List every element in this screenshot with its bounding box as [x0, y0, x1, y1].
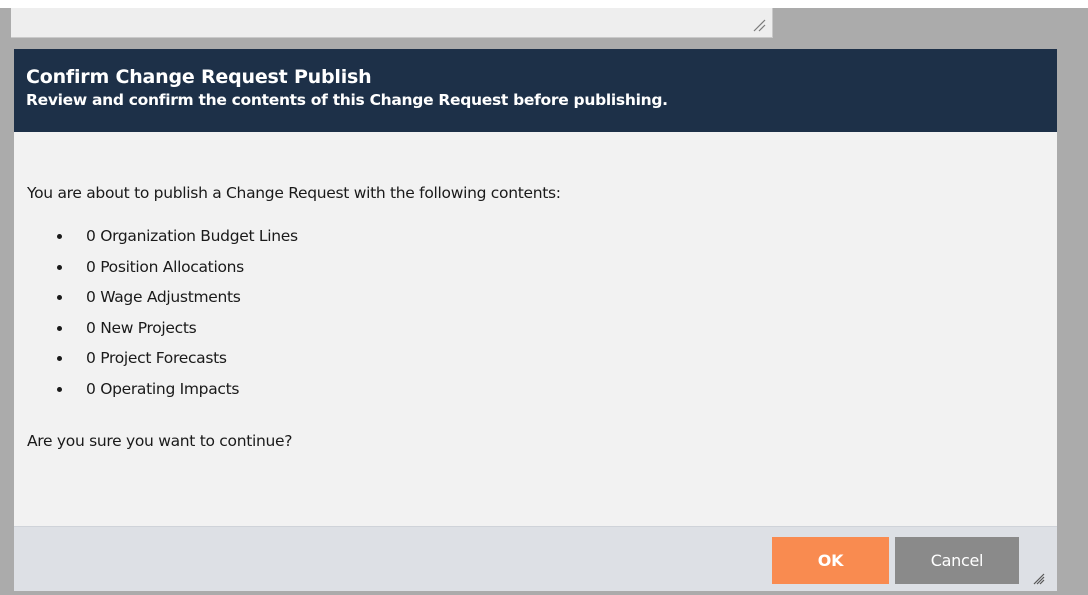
dialog-footer: OK Cancel: [14, 526, 1057, 591]
bullet-icon: [57, 295, 62, 301]
dialog-body: You are about to publish a Change Reques…: [14, 132, 1057, 526]
dialog-header: Confirm Change Request Publish Review an…: [14, 49, 1057, 132]
dialog-title: Confirm Change Request Publish: [26, 66, 372, 88]
cancel-button[interactable]: Cancel: [895, 537, 1019, 584]
confirmation-question: Are you sure you want to continue?: [27, 432, 293, 450]
dialog-resize-grip-icon[interactable]: [1031, 571, 1045, 585]
list-item-text: 0 New Projects: [86, 318, 197, 337]
textarea-resize-grip-icon[interactable]: [752, 18, 766, 32]
intro-text: You are about to publish a Change Reques…: [27, 184, 561, 202]
bullet-icon: [57, 386, 62, 392]
bullet-icon: [57, 325, 62, 331]
list-item-text: 0 Position Allocations: [86, 257, 244, 276]
dialog-subtitle: Review and confirm the contents of this …: [26, 91, 668, 109]
list-item-text: 0 Organization Budget Lines: [86, 227, 298, 245]
ok-button[interactable]: OK: [772, 537, 889, 584]
bullet-icon: [57, 234, 62, 239]
background-textarea: [11, 8, 773, 38]
list-item-text: 0 Operating Impacts: [86, 379, 240, 398]
page-top-edge: [0, 0, 1088, 8]
bullet-icon: [57, 264, 62, 270]
list-item-text: 0 Wage Adjustments: [86, 288, 241, 307]
list-item-text: 0 Project Forecasts: [86, 349, 227, 368]
bullet-icon: [57, 356, 62, 362]
confirm-publish-dialog: Confirm Change Request Publish Review an…: [14, 49, 1057, 591]
